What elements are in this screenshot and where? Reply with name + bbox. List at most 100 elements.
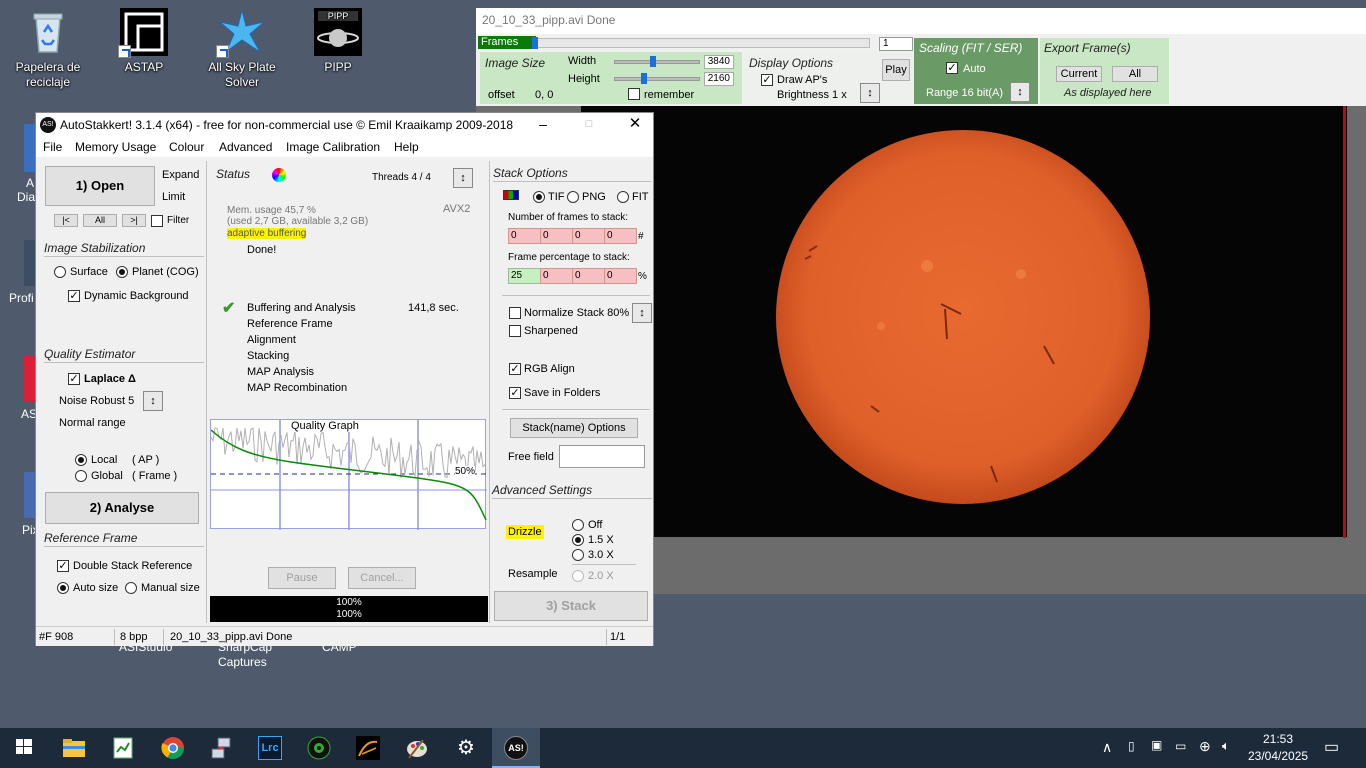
percentage-input-1[interactable]: 25 — [508, 268, 541, 284]
close-button[interactable]: ✕ — [620, 113, 650, 137]
draw-aps-checkbox[interactable]: ✓ — [761, 74, 773, 86]
usb-icon[interactable]: ▯ — [1128, 739, 1135, 753]
manual-size-radio[interactable] — [125, 582, 137, 594]
frames-slider-thumb[interactable] — [532, 37, 538, 49]
height-slider-thumb[interactable] — [641, 73, 647, 84]
network-icon[interactable]: ⊕ — [1199, 738, 1211, 755]
preview-image-area[interactable] — [581, 106, 1347, 537]
cancel-button[interactable]: Cancel... — [348, 567, 416, 589]
desktop-icon-all-sky-plate-solver[interactable]: All Sky Plate Solver — [202, 8, 282, 90]
volume-icon[interactable]: 🔈︎ — [1222, 738, 1230, 754]
desktop-partial-label: Dia — [17, 190, 36, 204]
range-spinner[interactable]: ↕ — [1010, 82, 1030, 102]
paint-icon[interactable] — [405, 736, 429, 760]
percentage-input-4[interactable]: 0 — [604, 268, 637, 284]
expand-label[interactable]: Expand — [162, 169, 199, 181]
lightroom-icon[interactable]: Lrc — [258, 736, 282, 760]
local-radio[interactable] — [75, 454, 87, 466]
tif-radio[interactable] — [533, 191, 545, 203]
menu-help[interactable]: Help — [394, 140, 419, 154]
notepad-icon[interactable] — [111, 736, 135, 760]
frames-input-2[interactable]: 0 — [540, 228, 573, 244]
play-button[interactable]: Play — [882, 59, 910, 81]
nav-first-button[interactable]: |< — [54, 214, 78, 227]
planet-radio[interactable] — [116, 266, 128, 278]
battery-icon[interactable]: ▭ — [1175, 739, 1186, 753]
laplace-checkbox[interactable]: ✓ — [68, 373, 80, 385]
stack-button[interactable]: 3) Stack — [494, 591, 648, 621]
desktop-icon-astap[interactable]: ASTAP — [104, 8, 184, 75]
height-value[interactable]: 2160 — [704, 72, 734, 86]
desktop-partial-label: Profi — [9, 291, 34, 305]
surface-radio[interactable] — [54, 266, 66, 278]
filter-checkbox[interactable] — [151, 215, 163, 227]
minimize-button[interactable]: – — [528, 113, 558, 137]
frames-input-3[interactable]: 0 — [572, 228, 605, 244]
pause-button[interactable]: Pause — [268, 567, 336, 589]
menu-memory-usage[interactable]: Memory Usage — [75, 140, 156, 154]
fit-radio[interactable] — [617, 191, 629, 203]
divider — [44, 546, 204, 547]
free-field-input[interactable] — [559, 445, 645, 468]
double-stack-checkbox[interactable]: ✓ — [57, 560, 69, 572]
frames-input-4[interactable]: 0 — [604, 228, 637, 244]
clock-time[interactable]: 21:53 — [1263, 732, 1293, 746]
notification-icon[interactable]: ▭ — [1324, 737, 1339, 757]
security-icon[interactable]: ▣ — [1151, 738, 1162, 752]
desktop-icon-pipp[interactable]: PIPP PIPP — [298, 8, 378, 75]
frame-number-input[interactable]: 1 — [879, 37, 913, 51]
frames-input-1[interactable]: 0 — [508, 228, 541, 244]
export-current-button[interactable]: Current — [1056, 66, 1102, 82]
noise-robust-spinner[interactable]: ↕ — [143, 391, 163, 411]
sharpened-checkbox[interactable] — [509, 325, 521, 337]
normalize-checkbox[interactable] — [509, 307, 521, 319]
normalize-spinner[interactable]: ↕ — [632, 303, 652, 323]
chrome-icon[interactable] — [161, 736, 185, 760]
rgb-align-checkbox[interactable]: ✓ — [509, 363, 521, 375]
width-slider[interactable] — [614, 60, 700, 64]
video-app-icon[interactable] — [307, 736, 331, 760]
width-value[interactable]: 3840 — [704, 55, 734, 69]
clock-date[interactable]: 23/04/2025 — [1248, 749, 1308, 763]
stackname-options-button[interactable]: Stack(name) Options — [510, 418, 638, 438]
auto-size-radio[interactable] — [57, 582, 69, 594]
desktop-icon-recycle-bin[interactable]: Papelera de reciclaje — [8, 8, 88, 90]
menu-advanced[interactable]: Advanced — [219, 140, 272, 154]
drizzle-30-radio[interactable] — [572, 549, 584, 561]
surface-label: Surface — [70, 266, 108, 278]
auto-scaling-checkbox[interactable]: ✓ — [946, 62, 958, 74]
sky-app-icon[interactable] — [356, 736, 380, 760]
percentage-input-3[interactable]: 0 — [572, 268, 605, 284]
remember-checkbox[interactable] — [628, 88, 640, 100]
export-all-button[interactable]: All — [1112, 66, 1158, 82]
global-radio[interactable] — [75, 470, 87, 482]
png-radio[interactable] — [567, 191, 579, 203]
chevron-up-icon[interactable]: ∧ — [1102, 739, 1112, 756]
menu-colour[interactable]: Colour — [169, 140, 204, 154]
menu-image-calibration[interactable]: Image Calibration — [286, 140, 380, 154]
limit-label[interactable]: Limit — [162, 191, 185, 203]
brightness-spinner[interactable]: ↕ — [860, 83, 880, 103]
network-app-icon[interactable] — [210, 736, 234, 760]
dynamic-background-checkbox[interactable]: ✓ — [68, 290, 80, 302]
nav-last-button[interactable]: >| — [122, 214, 146, 227]
maximize-button[interactable]: □ — [574, 113, 604, 137]
width-slider-thumb[interactable] — [650, 56, 656, 67]
nav-all-button[interactable]: All — [83, 214, 117, 227]
file-explorer-icon[interactable] — [62, 736, 86, 760]
settings-gear-icon[interactable]: ⚙ — [454, 736, 478, 760]
drizzle-15-radio[interactable] — [572, 534, 584, 546]
menu-file[interactable]: File — [43, 140, 62, 154]
resample-20-radio[interactable] — [572, 570, 584, 582]
analyse-button[interactable]: 2) Analyse — [45, 492, 199, 524]
height-slider[interactable] — [614, 77, 700, 81]
drizzle-off-radio[interactable] — [572, 519, 584, 531]
adaptive-buffering: adaptive buffering — [227, 228, 307, 239]
open-button[interactable]: 1) Open — [45, 166, 155, 206]
frames-slider[interactable] — [534, 38, 870, 48]
threads-spinner[interactable]: ↕ — [453, 168, 473, 188]
taskbar-active-app[interactable]: AS! — [492, 728, 540, 768]
windows-start-icon[interactable] — [14, 736, 38, 760]
save-folders-checkbox[interactable]: ✓ — [509, 387, 521, 399]
percentage-input-2[interactable]: 0 — [540, 268, 573, 284]
